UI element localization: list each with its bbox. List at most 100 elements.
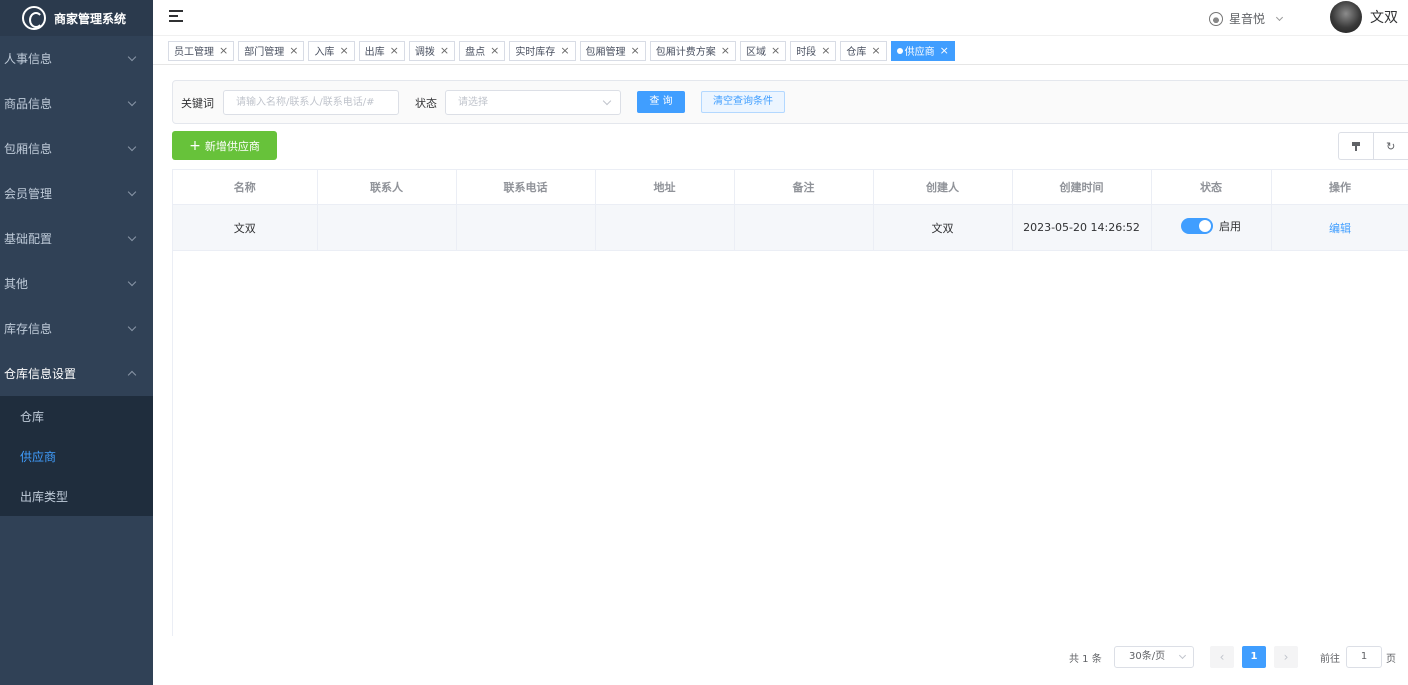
cell-created-time: 2023-05-20 14:26:52: [1012, 204, 1152, 251]
cell-contact: [317, 204, 457, 251]
column-header: 创建时间: [1012, 169, 1152, 205]
close-icon[interactable]: ×: [339, 44, 348, 57]
tag-realtime-stock[interactable]: 实时库存 ×: [509, 40, 576, 61]
close-icon[interactable]: ×: [440, 44, 449, 57]
shop-selector[interactable]: 星音悦: [1208, 10, 1284, 27]
cell-address: [595, 204, 735, 251]
sidebar-item-label: 仓库信息设置: [4, 367, 77, 381]
sidebar-item-config[interactable]: 基础配置: [0, 216, 153, 261]
close-icon[interactable]: ×: [219, 44, 228, 57]
shop-icon: [1208, 11, 1223, 26]
chevron-down-icon: [1275, 13, 1284, 21]
sidebar-item-stock[interactable]: 库存信息: [0, 306, 153, 351]
search-panel: 关键词 请输入名称/联系人/联系电话/# 状态 请选择 查 询 清空查询条件: [172, 80, 1408, 124]
hamburger-icon[interactable]: [169, 10, 183, 22]
status-label: 状态: [415, 97, 437, 110]
close-icon[interactable]: ×: [940, 44, 949, 57]
tag-area[interactable]: 区域 ×: [739, 40, 787, 61]
tag-inbound[interactable]: 入库 ×: [308, 40, 355, 61]
chevron-down-icon: [127, 97, 137, 107]
cell-name: 文双: [173, 204, 318, 251]
cell-phone: [456, 204, 596, 251]
chevron-down-icon: [127, 322, 137, 332]
active-dot-icon: [896, 47, 903, 54]
sidebar-item-rooms[interactable]: 包厢信息: [0, 126, 153, 171]
sidebar-item-label: 其他: [4, 277, 29, 291]
user-menu[interactable]: 文双: [1330, 1, 1408, 33]
page-size-select[interactable]: 30条/页: [1114, 646, 1194, 668]
filter-button[interactable]: [1339, 133, 1374, 159]
tag-department[interactable]: 部门管理 ×: [238, 40, 305, 61]
sidebar-item-warehouse-settings[interactable]: 仓库信息设置: [0, 351, 153, 396]
table-tools: ↻: [1338, 132, 1408, 160]
close-icon[interactable]: ×: [821, 44, 830, 57]
close-icon[interactable]: ×: [390, 44, 399, 57]
clear-conditions-button[interactable]: 清空查询条件: [701, 91, 785, 113]
sidebar-item-goods[interactable]: 商品信息: [0, 81, 153, 126]
page-number-current[interactable]: 1: [1242, 646, 1266, 668]
tag-label: 时段: [796, 47, 817, 58]
close-icon[interactable]: ×: [560, 44, 569, 57]
close-icon[interactable]: ×: [721, 44, 730, 57]
tag-transfer[interactable]: 调拨 ×: [408, 40, 456, 61]
close-icon[interactable]: ×: [631, 44, 640, 57]
edit-link[interactable]: 编辑: [1329, 222, 1351, 235]
chevron-down-icon: [1178, 651, 1187, 660]
refresh-button[interactable]: ↻: [1374, 133, 1408, 159]
chevron-down-icon: [602, 96, 612, 106]
sidebar-item-hr[interactable]: 人事信息: [0, 36, 153, 81]
logo-icon: [22, 6, 46, 30]
column-header: 地址: [595, 169, 735, 205]
close-icon[interactable]: ×: [871, 44, 880, 57]
keyword-input[interactable]: 请输入名称/联系人/联系电话/#: [223, 90, 399, 115]
tag-label: 员工管理: [174, 47, 214, 58]
close-icon[interactable]: ×: [771, 44, 780, 57]
plus-icon: +: [189, 137, 201, 154]
app-title: 商家管理系统: [54, 11, 127, 26]
tag-label: 部门管理: [244, 47, 285, 58]
tag-outbound[interactable]: 出库 ×: [358, 40, 405, 61]
tag-staff[interactable]: 员工管理 ×: [168, 40, 235, 61]
tag-room-management[interactable]: 包厢管理 ×: [579, 40, 646, 61]
goto-label: 前往: [1320, 654, 1340, 665]
tag-label: 盘点: [465, 47, 486, 58]
tag-label: 入库: [314, 47, 335, 58]
tag-time-slot[interactable]: 时段 ×: [790, 40, 837, 61]
pagination-total: 共 1 条: [1069, 654, 1102, 665]
status-select[interactable]: 请选择: [445, 90, 621, 115]
chevron-right-icon: ›: [1283, 650, 1289, 664]
next-page-button[interactable]: ›: [1274, 646, 1298, 668]
tag-room-billing[interactable]: 包厢计费方案 ×: [649, 40, 736, 61]
sidebar-item-label: 商品信息: [4, 97, 53, 111]
submenu-item-supplier[interactable]: 供应商: [0, 436, 153, 476]
close-icon[interactable]: ×: [490, 44, 499, 57]
sidebar-item-members[interactable]: 会员管理: [0, 171, 153, 216]
status-switch[interactable]: 启用: [1181, 218, 1241, 234]
cell-actions: 编辑: [1271, 204, 1408, 251]
sidebar-item-other[interactable]: 其他: [0, 261, 153, 306]
prev-page-button[interactable]: ‹: [1210, 646, 1234, 668]
sidebar-item-label: 基础配置: [4, 232, 53, 246]
add-supplier-button[interactable]: + 新增供应商: [172, 131, 277, 160]
submenu-item-warehouse[interactable]: 仓库: [0, 396, 153, 436]
column-header: 联系电话: [456, 169, 596, 205]
keyword-label: 关键词: [181, 97, 214, 110]
query-button[interactable]: 查 询: [637, 91, 685, 113]
chevron-down-icon: [127, 187, 137, 197]
toggle-icon: [1181, 218, 1213, 234]
goto-page-input[interactable]: 1: [1346, 646, 1382, 668]
close-icon[interactable]: ×: [289, 44, 298, 57]
tag-label: 供应商: [904, 47, 935, 58]
chevron-down-icon: [127, 232, 137, 242]
submenu-item-outbound-type[interactable]: 出库类型: [0, 476, 153, 516]
sidebar-item-label: 会员管理: [4, 187, 53, 201]
sidebar-item-label: 包厢信息: [4, 142, 53, 156]
column-header: 名称: [173, 169, 318, 205]
shop-name: 星音悦: [1228, 12, 1265, 26]
tag-label: 区域: [745, 47, 766, 58]
tags-view: 员工管理 × 部门管理 × 入库 × 出库 × 调拨 × 盘点 × 实时库存 × 包厢管理 × …: [153, 37, 1408, 65]
tag-supplier[interactable]: 供应商 ×: [890, 40, 955, 61]
tag-stocktake[interactable]: 盘点 ×: [459, 40, 506, 61]
page-suffix-label: 页: [1386, 654, 1396, 665]
tag-warehouse[interactable]: 仓库 ×: [840, 40, 887, 61]
